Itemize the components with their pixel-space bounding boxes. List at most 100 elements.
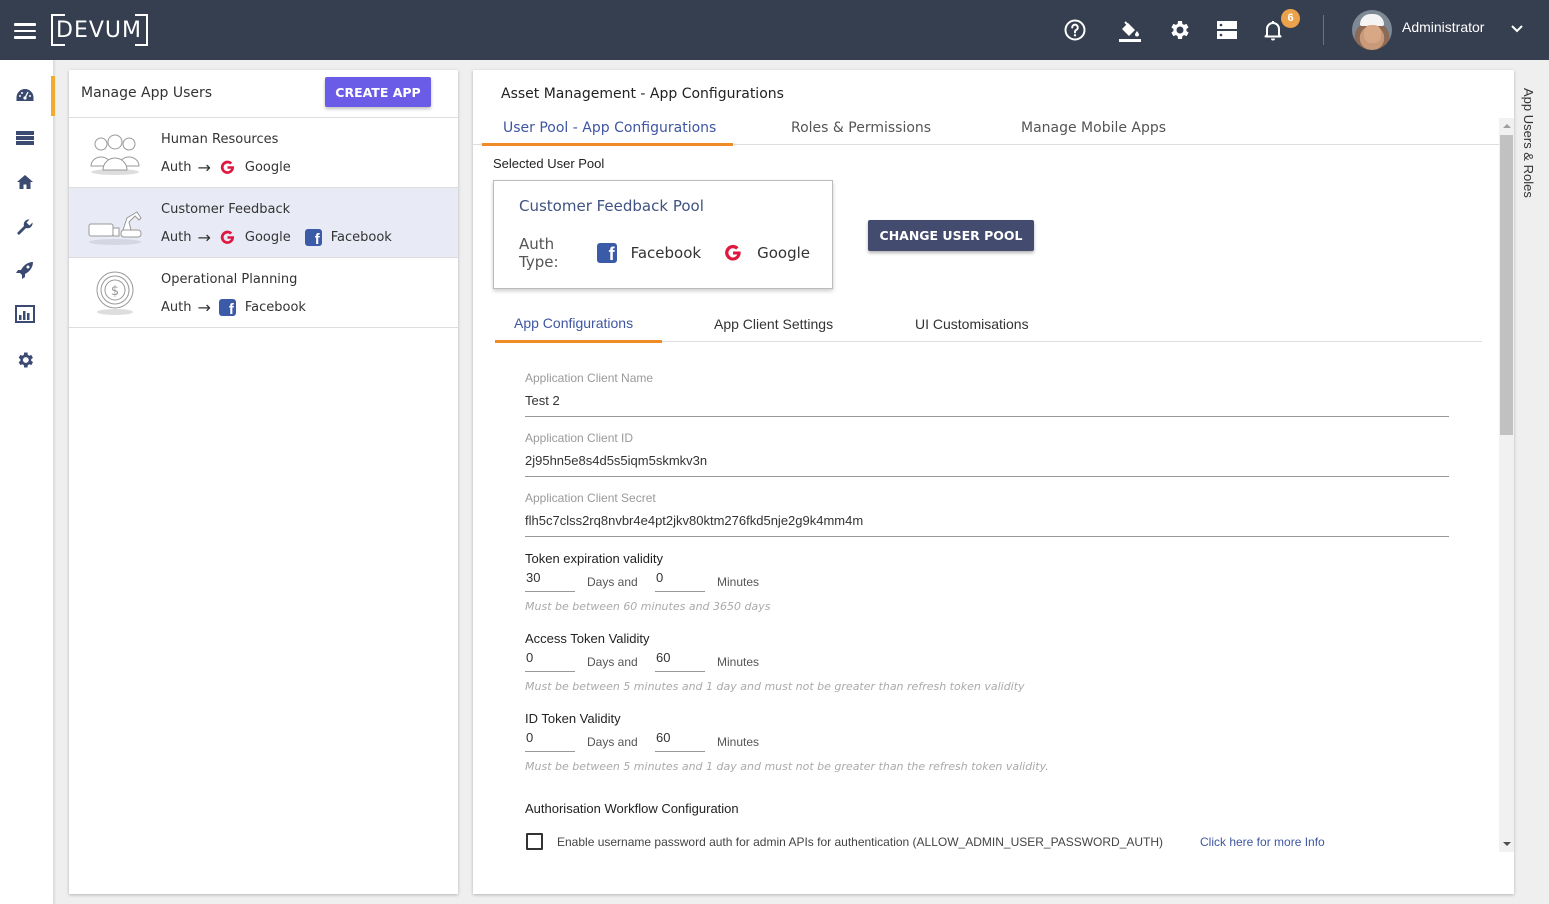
- id-token-hint: Must be between 5 minutes and 1 day and …: [525, 760, 1049, 773]
- google-icon: [220, 230, 234, 244]
- client-id-field: Application Client ID 2j95hn5e8s4d5s5iqm…: [525, 431, 1449, 477]
- app-configurations-panel: Asset Management - App Configurations Us…: [473, 70, 1514, 894]
- token-expiration-minutes-input[interactable]: 0: [655, 570, 705, 592]
- access-token-row: 0 Days and 60 Minutes: [525, 650, 825, 674]
- pool-auth-types: Auth Type: Facebook Google: [519, 235, 832, 271]
- auth-label: Auth: [161, 230, 192, 245]
- tab-manage-mobile-apps[interactable]: Manage Mobile Apps: [1021, 120, 1166, 136]
- change-user-pool-button[interactable]: CHANGE USER POOL: [868, 220, 1034, 251]
- gear-icon[interactable]: [15, 350, 35, 370]
- user-pool-card: Customer Feedback Pool Auth Type: Facebo…: [493, 180, 833, 289]
- days-and-label: Days and: [587, 655, 638, 669]
- client-secret-input[interactable]: flh5c7clss2rq8nvbr4e4pt2jkv80ktm276fkd5n…: [525, 513, 1449, 537]
- access-token-minutes-input[interactable]: 60: [655, 650, 705, 672]
- auth-workflow-label: Authorisation Workflow Configuration: [525, 801, 739, 816]
- manage-app-users-panel: Manage App Users CREATE APP Human Resour…: [69, 70, 458, 894]
- app-name: Operational Planning: [161, 272, 298, 287]
- devum-logo[interactable]: DEVUM: [51, 13, 148, 47]
- svg-text:$: $: [111, 284, 119, 299]
- provider-facebook: Facebook: [218, 299, 306, 318]
- help-icon[interactable]: [1063, 18, 1087, 42]
- scroll-down-icon[interactable]: [1503, 842, 1511, 846]
- config-subtabs: App Configurations App Client Settings U…: [495, 310, 1482, 343]
- avatar[interactable]: [1352, 10, 1392, 50]
- config-form: Application Client Name Test 2 Applicati…: [473, 345, 1514, 894]
- auth-label: Auth: [161, 160, 192, 175]
- page-title: Asset Management - App Configurations: [501, 86, 784, 102]
- app-name: Human Resources: [161, 132, 279, 147]
- notification-badge: 6: [1281, 9, 1300, 28]
- rocket-icon[interactable]: [15, 260, 35, 280]
- app-list-item[interactable]: $ Operational Planning Auth → Facebook: [69, 258, 458, 328]
- token-expiration-days-input[interactable]: 30: [525, 570, 575, 592]
- arrow-right-icon: →: [197, 227, 211, 247]
- facebook-icon: [596, 243, 617, 265]
- id-token-label: ID Token Validity: [525, 711, 621, 726]
- chevron-down-icon[interactable]: [1508, 20, 1526, 38]
- panel-header: Manage App Users CREATE APP: [69, 70, 458, 118]
- access-token-days-input[interactable]: 0: [525, 650, 575, 672]
- pool-name: Customer Feedback Pool: [519, 197, 704, 215]
- admin-password-auth-label: Enable username password auth for admin …: [557, 835, 1164, 849]
- facebook-icon: [218, 299, 236, 318]
- app-auth: Auth → Google Facebook: [161, 227, 406, 248]
- list-icon[interactable]: [15, 128, 35, 148]
- home-icon[interactable]: [15, 172, 35, 192]
- excavator-icon: [88, 211, 142, 245]
- client-name-input[interactable]: Test 2: [525, 393, 1449, 417]
- active-tab-indicator: [482, 143, 733, 146]
- access-token-label: Access Token Validity: [525, 631, 650, 646]
- create-app-button[interactable]: CREATE APP: [325, 77, 431, 107]
- access-token-hint: Must be between 5 minutes and 1 day and …: [525, 680, 1025, 693]
- auth-type-label: Auth Type:: [519, 235, 559, 271]
- provider-facebook: Facebook: [304, 229, 392, 248]
- token-expiration-row: 30 Days and 0 Minutes: [525, 570, 825, 594]
- top-bar: DEVUM 6 Administrator: [0, 0, 1549, 60]
- dashboard-icon[interactable]: [15, 86, 35, 106]
- vertical-scrollbar[interactable]: [1499, 118, 1514, 852]
- chart-icon[interactable]: [15, 304, 35, 324]
- subtab-app-configurations[interactable]: App Configurations: [514, 315, 633, 331]
- provider-facebook: Facebook: [596, 243, 701, 265]
- provider-google: Google: [219, 159, 291, 176]
- client-secret-field: Application Client Secret flh5c7clss2rq8…: [525, 491, 1449, 537]
- provider-google: Google: [219, 229, 291, 246]
- server-icon[interactable]: [1215, 18, 1239, 42]
- auth-label: Auth: [161, 300, 192, 315]
- admin-password-auth-checkbox[interactable]: [526, 833, 543, 850]
- token-expiration-hint: Must be between 60 minutes and 3650 days: [525, 600, 771, 613]
- active-indicator: [51, 76, 55, 116]
- id-token-days-input[interactable]: 0: [525, 730, 575, 752]
- subtab-ui-customisations[interactable]: UI Customisations: [915, 316, 1029, 332]
- minutes-label: Minutes: [717, 735, 760, 749]
- minutes-label: Minutes: [717, 575, 760, 589]
- id-token-minutes-input[interactable]: 60: [655, 730, 705, 752]
- client-id-input[interactable]: 2j95hn5e8s4d5s5iqm5skmkv3n: [525, 453, 1449, 477]
- coin-icon: $: [96, 271, 134, 315]
- tab-roles-permissions[interactable]: Roles & Permissions: [791, 120, 931, 136]
- token-expiration-label: Token expiration validity: [525, 551, 664, 566]
- tab-user-pool[interactable]: User Pool - App Configurations: [503, 120, 716, 136]
- google-icon: [220, 160, 234, 174]
- app-users-roles-side-tab[interactable]: App Users & Roles: [1521, 88, 1536, 198]
- app-name: Customer Feedback: [161, 202, 291, 217]
- username[interactable]: Administrator: [1402, 19, 1484, 35]
- app-list-item[interactable]: Human Resources Auth → Google: [69, 118, 458, 188]
- scrollbar-thumb[interactable]: [1500, 135, 1513, 435]
- paint-bucket-icon[interactable]: [1118, 18, 1142, 42]
- scroll-up-icon[interactable]: [1503, 124, 1511, 128]
- google-icon: [725, 244, 741, 261]
- wrench-icon[interactable]: [15, 217, 35, 237]
- nav-rail: [0, 60, 55, 904]
- provider-google: Google: [723, 243, 810, 263]
- app-list-item[interactable]: Customer Feedback Auth → Google Facebook: [69, 188, 458, 258]
- subtab-app-client-settings[interactable]: App Client Settings: [714, 316, 833, 332]
- selected-pool-label: Selected User Pool: [493, 156, 605, 171]
- panel-title: Manage App Users: [81, 85, 213, 101]
- client-name-field: Application Client Name Test 2: [525, 371, 1449, 417]
- facebook-icon: [304, 229, 322, 248]
- menu-icon[interactable]: [14, 23, 36, 39]
- more-info-link[interactable]: Click here for more Info: [1200, 835, 1325, 849]
- settings-icon[interactable]: [1167, 18, 1191, 42]
- workers-icon: [90, 134, 140, 175]
